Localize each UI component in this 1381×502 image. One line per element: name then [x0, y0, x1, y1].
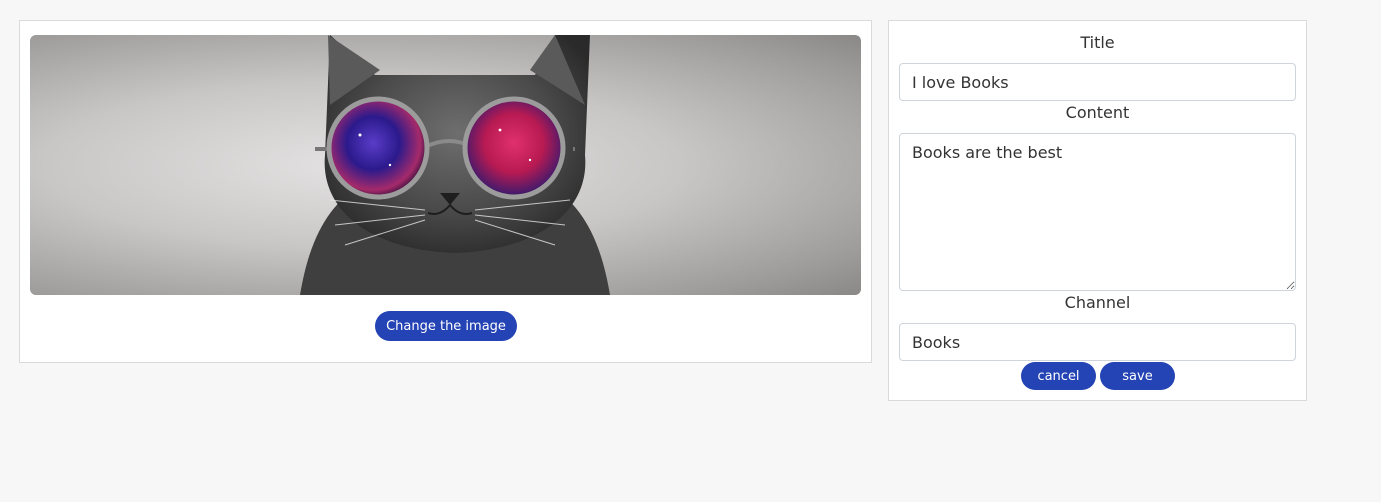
channel-input[interactable] — [899, 323, 1296, 361]
save-button[interactable]: save — [1100, 362, 1175, 390]
title-input[interactable] — [899, 63, 1296, 101]
content-textarea[interactable]: Books are the best — [899, 133, 1296, 291]
image-card: Change the image — [19, 20, 872, 363]
post-edit-form: Title Content Books are the best Channel… — [888, 20, 1307, 401]
channel-label: Channel — [1064, 293, 1131, 312]
content-label: Content — [1065, 103, 1130, 122]
cat-image — [300, 35, 610, 295]
cancel-button[interactable]: cancel — [1021, 362, 1096, 390]
title-label: Title — [1080, 33, 1115, 52]
change-image-button[interactable]: Change the image — [375, 311, 517, 341]
cover-image — [30, 35, 861, 295]
